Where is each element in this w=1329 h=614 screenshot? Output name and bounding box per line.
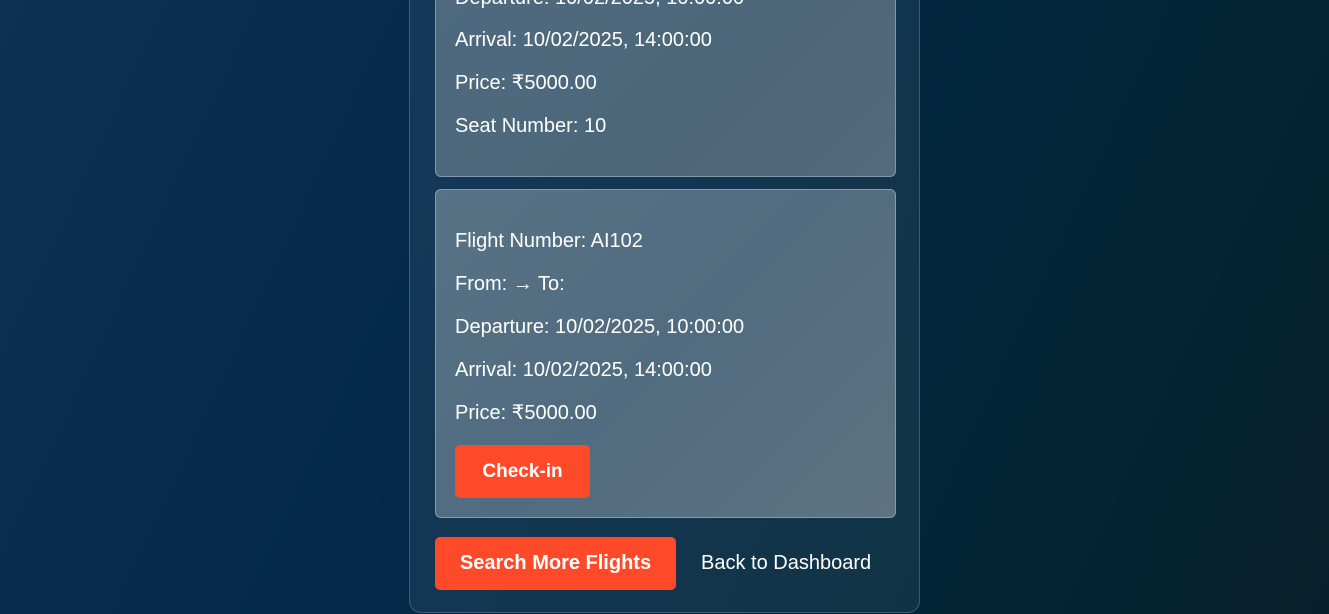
price-text: Price: ₹5000.00 (455, 402, 597, 424)
arrival-text: Arrival: 10/02/2025, 14:00:00 (455, 359, 712, 381)
departure-text: Departure: 10/02/2025, 10:00:00 (455, 0, 744, 10)
check-in-button[interactable]: Check-in (455, 445, 590, 498)
flight-card: Departure: 10/02/2025, 10:00:00 Arrival:… (435, 0, 896, 177)
route-text: From: → To: (455, 273, 565, 295)
back-to-dashboard-link[interactable]: Back to Dashboard (701, 551, 871, 575)
flight-card: Flight Number: AI102 From: → To: Departu… (435, 189, 896, 518)
seat-number-text: Seat Number: 10 (455, 115, 607, 137)
search-more-flights-button[interactable]: Search More Flights (435, 537, 676, 590)
arrival-text: Arrival: 10/02/2025, 14:00:00 (455, 29, 712, 51)
price-text: Price: ₹5000.00 (455, 72, 597, 94)
flight-number-text: Flight Number: AI102 (455, 230, 643, 252)
departure-text: Departure: 10/02/2025, 10:00:00 (455, 316, 745, 338)
